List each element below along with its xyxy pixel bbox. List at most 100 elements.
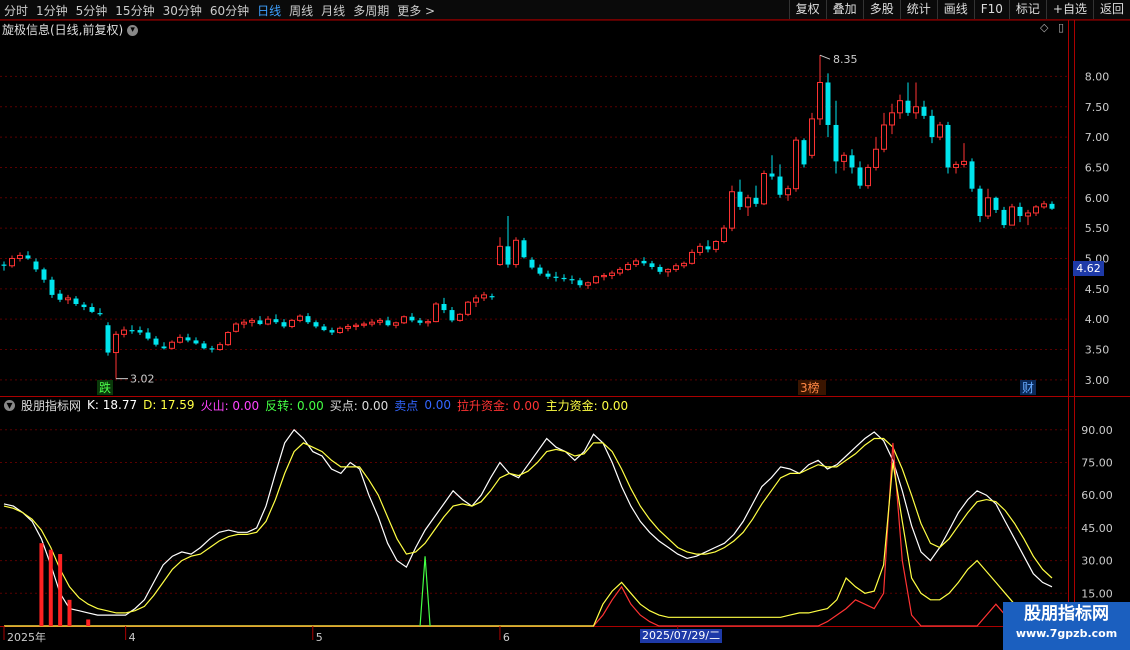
- candle-body: [729, 191, 735, 229]
- candle-body: [417, 320, 423, 323]
- candle-body: [921, 106, 927, 116]
- candle-body: [369, 321, 375, 325]
- candle-body: [249, 319, 255, 323]
- candle-body: [881, 124, 887, 150]
- candle-body: [393, 322, 399, 326]
- indicator-tick-label: 30.00: [1081, 555, 1113, 568]
- indicator-tick-label: 60.00: [1081, 489, 1113, 502]
- candle-body: [649, 263, 655, 267]
- candle-body: [73, 298, 79, 304]
- indicator-legend: ▾ 股朋指标网 K: 18.77 D: 17.59 火山: 0.00 反转: 0.00…: [0, 397, 628, 413]
- candle-body: [97, 313, 103, 315]
- candle-body: [769, 173, 775, 177]
- candle-body: [537, 267, 543, 274]
- candle-body: [297, 315, 303, 321]
- indicator-series-3: [4, 462, 1052, 627]
- candle-body: [865, 166, 871, 187]
- time-tick-label: 6: [503, 631, 510, 644]
- indicator-tick-label: 45.00: [1081, 522, 1113, 535]
- candle-body: [585, 282, 591, 286]
- candle-body: [937, 124, 943, 138]
- candle-body: [777, 176, 783, 195]
- candle-body: [289, 319, 295, 327]
- candle-body: [257, 320, 263, 325]
- candle-body: [665, 268, 671, 273]
- candle-body: [945, 124, 951, 168]
- candle-body: [817, 81, 823, 120]
- candle-body: [89, 307, 95, 312]
- volcano-bar: [67, 599, 72, 626]
- candle-body: [313, 322, 319, 327]
- candle-body: [561, 277, 567, 280]
- indicator-field-0: K: 18.77: [87, 398, 138, 412]
- candle-body: [1001, 209, 1007, 226]
- high-marker-line: [819, 54, 831, 60]
- current-price-tag: 4.62: [1073, 261, 1104, 276]
- indicator-tick-label: 15.00: [1081, 587, 1113, 600]
- candle-body: [793, 139, 799, 190]
- candle-body: [433, 303, 439, 323]
- candle-body: [553, 276, 559, 278]
- indicator-field-6: 0.00: [424, 398, 452, 412]
- indicator-series-2: [4, 442, 1052, 627]
- mark-cai: 财: [1022, 381, 1034, 395]
- candle-body: [137, 330, 143, 333]
- indicator-field-3: 反转: 0.00: [265, 398, 324, 413]
- candle-body: [361, 323, 367, 326]
- candle-body: [905, 100, 911, 113]
- mark-die: 跌: [99, 380, 111, 395]
- chevron-down-icon[interactable]: ▾: [4, 399, 15, 411]
- candle-body: [473, 297, 479, 303]
- candle-body: [81, 304, 87, 308]
- candle-body: [489, 296, 495, 298]
- candle-body: [1041, 203, 1047, 208]
- price-tick-label: 3.50: [1085, 344, 1110, 357]
- candle-body: [329, 330, 335, 333]
- kline-chart[interactable]: 3.003.504.004.505.005.506.006.507.007.50…: [0, 0, 1130, 650]
- candle-body: [609, 272, 615, 276]
- candle-body: [1, 264, 7, 266]
- candle-body: [521, 240, 527, 258]
- low-price-label: 3.02: [130, 373, 155, 386]
- watermark-title: 股朋指标网: [1024, 604, 1109, 624]
- price-tick-label: 8.00: [1085, 70, 1110, 83]
- candle-body: [177, 336, 183, 343]
- candle-body: [705, 246, 711, 250]
- candle-body: [161, 346, 167, 349]
- candle-body: [449, 310, 455, 321]
- candle-body: [889, 112, 895, 126]
- candle-body: [929, 115, 935, 138]
- candle-body: [129, 330, 135, 332]
- indicator-field-7: 拉升资金: 0.00: [457, 398, 540, 413]
- reversal-spike: [419, 556, 431, 627]
- candle-body: [641, 260, 647, 264]
- candle-body: [169, 341, 175, 349]
- candle-body: [513, 239, 519, 266]
- candle-body: [753, 197, 759, 204]
- mark-bang: 3榜: [800, 380, 820, 395]
- indicator-field-5: 卖点: [394, 398, 419, 413]
- indicator-field-2: 火山: 0.00: [200, 398, 260, 413]
- watermark-url: www.7gpzb.com: [1015, 627, 1118, 640]
- candle-body: [825, 82, 831, 125]
- candle-body: [241, 321, 247, 325]
- price-tick-label: 4.00: [1085, 313, 1110, 326]
- price-tick-label: 6.00: [1085, 192, 1110, 205]
- volcano-bar: [86, 619, 91, 626]
- price-tick-label: 6.50: [1085, 161, 1110, 174]
- candle-body: [465, 301, 471, 315]
- candle-body: [185, 337, 191, 341]
- candle-body: [1009, 206, 1015, 226]
- candle-body: [545, 273, 551, 277]
- candle-body: [113, 333, 119, 354]
- candle-body: [953, 163, 959, 168]
- candle-body: [201, 343, 207, 349]
- candle-body: [1025, 212, 1031, 217]
- candle-body: [425, 321, 431, 324]
- time-tick-label: 5: [316, 631, 323, 644]
- volcano-bar: [39, 543, 44, 626]
- candle-body: [401, 316, 407, 324]
- indicator-field-8: 主力资金: 0.00: [545, 398, 629, 413]
- candle-body: [873, 148, 879, 168]
- candle-body: [969, 161, 975, 189]
